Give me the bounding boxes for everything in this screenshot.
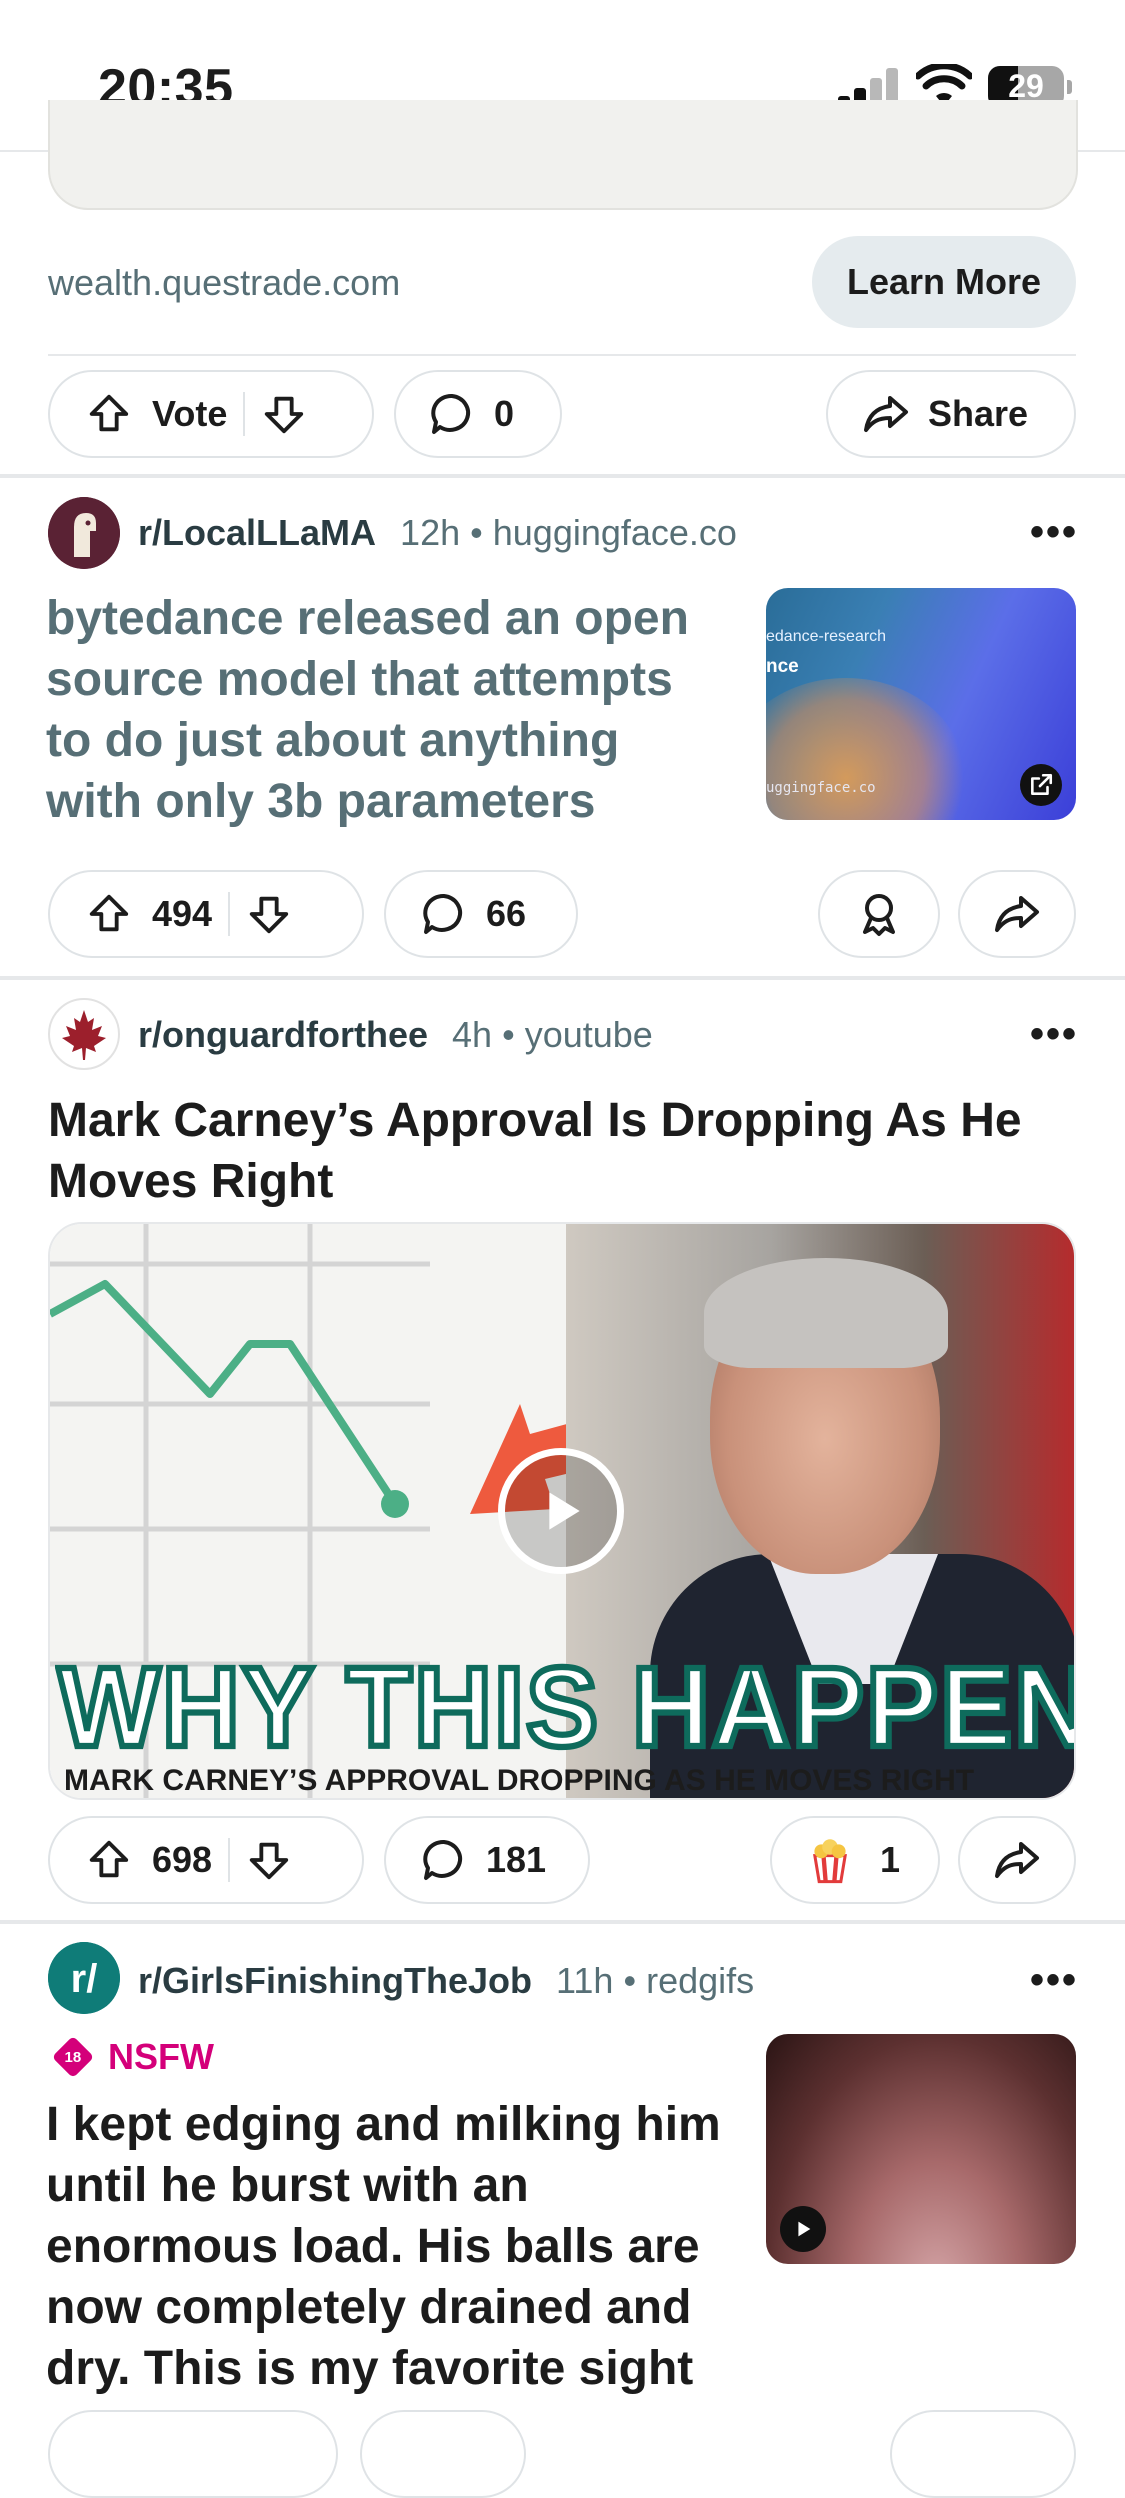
post-title[interactable]: bytedance released an open source model … [46, 588, 746, 832]
post-separator [0, 474, 1125, 478]
comment-count: 0 [494, 393, 515, 434]
post-title[interactable]: I kept edging and milking him until he b… [46, 2094, 756, 2399]
subreddit-name[interactable]: r/LocalLLaMA [138, 512, 376, 553]
vote-count: 494 [152, 893, 213, 934]
share-label: Share [928, 393, 1029, 434]
downvote-icon[interactable] [246, 891, 292, 937]
play-icon [780, 2206, 826, 2252]
downvote-icon[interactable] [246, 1837, 292, 1883]
post-subreddit-line: r/GirlsFinishingTheJob 11h • redgifs [138, 1960, 755, 2001]
award-count: 1 [880, 1839, 901, 1880]
post-separator [0, 976, 1125, 980]
popcorn-award-icon [813, 1839, 847, 1884]
post-subreddit-line: r/onguardforthee 4h • youtube [138, 1014, 653, 1055]
vote-control: 698 [48, 1816, 364, 1904]
title-line: I kept edging and milking him [46, 2098, 721, 2151]
subreddit-avatar[interactable] [48, 998, 120, 1070]
title-line: source model that attempts [46, 653, 673, 706]
vote-control[interactable] [48, 2410, 338, 2498]
svg-text:r/: r/ [71, 1957, 98, 2001]
title-line: bytedance released an open [46, 592, 689, 645]
award-button[interactable] [818, 870, 940, 958]
more-options-icon[interactable]: ••• [1030, 510, 1078, 555]
vote-control: 494 [48, 870, 364, 958]
upvote-icon[interactable] [86, 1837, 132, 1883]
vote-label: Vote [152, 393, 228, 434]
downvote-icon[interactable] [261, 391, 307, 437]
post-source[interactable]: youtube [525, 1014, 653, 1055]
subreddit-avatar[interactable] [48, 497, 120, 569]
post-age: 4h [452, 1014, 493, 1055]
more-options-icon[interactable]: ••• [1030, 1012, 1078, 1057]
award-icon [863, 894, 895, 936]
upvote-icon[interactable] [86, 391, 132, 437]
nsfw-label: NSFW [108, 2036, 214, 2077]
post-age: 11h [556, 1960, 614, 2001]
video-caption: WHY THIS HAPPENED [55, 1640, 1074, 1773]
link-thumbnail[interactable]: edance-research nce uggingface.co [766, 588, 1076, 820]
comment-icon [423, 893, 463, 934]
subreddit-name[interactable]: r/onguardforthee [138, 1014, 428, 1055]
post-source[interactable]: huggingface.co [493, 512, 737, 553]
subreddit-name[interactable]: r/GirlsFinishingTheJob [138, 1960, 532, 2001]
post-source[interactable]: redgifs [646, 1960, 754, 2001]
divider [48, 354, 1076, 356]
post-separator [0, 1920, 1125, 1924]
comments-button[interactable] [360, 2410, 526, 2498]
comment-count: 181 [486, 1839, 547, 1880]
post-age: 12h [400, 512, 461, 553]
comment-icon [423, 1839, 463, 1880]
learn-more-button[interactable]: Learn More [812, 236, 1076, 328]
upvote-icon[interactable] [86, 891, 132, 937]
ad-domain[interactable]: wealth.questrade.com [48, 262, 400, 304]
nsfw-tag: 18 NSFW [51, 2035, 214, 2079]
llama-icon [48, 497, 120, 569]
external-link-icon [1020, 764, 1062, 806]
ad-share-button[interactable]: Share [826, 370, 1076, 458]
video-subcaption: MARK CARNEY’S APPROVAL DROPPING AS HE MO… [64, 1764, 975, 1797]
post-title[interactable]: Mark Carney’s Approval Is Dropping As He… [48, 1090, 1088, 1212]
title-line: enormous load. His balls are [46, 2220, 700, 2273]
video-thumbnail[interactable] [766, 2034, 1076, 2264]
photo-hair [704, 1258, 948, 1368]
title-line: with only 3b parameters [46, 775, 596, 828]
nsfw-age: 18 [64, 2048, 82, 2066]
share-icon [995, 896, 1039, 932]
post-subreddit-line: r/LocalLLaMA 12h • huggingface.co [138, 512, 737, 553]
share-icon [864, 396, 908, 432]
share-button[interactable] [890, 2410, 1076, 2498]
title-line: Moves Right [48, 1155, 334, 1208]
title-line: Mark Carney’s Approval Is Dropping As He [48, 1094, 1022, 1147]
comment-count: 66 [486, 893, 527, 934]
thumb-text: uggingface.co [766, 780, 876, 796]
ad-vote-control: Vote [48, 370, 374, 458]
title-line: now completely drained and [46, 2281, 692, 2334]
comments-button[interactable]: 181 [384, 1816, 590, 1904]
title-line: dry. This is my favorite sight [46, 2342, 694, 2395]
ad-card-body[interactable] [48, 100, 1078, 210]
more-options-icon[interactable]: ••• [1030, 1958, 1078, 2003]
title-line: to do just about anything [46, 714, 620, 767]
thumb-text: nce [766, 656, 799, 677]
award-button[interactable]: 1 [770, 1816, 940, 1904]
reddit-r-icon: r/ [48, 1942, 120, 2014]
share-button[interactable] [958, 1816, 1076, 1904]
comment-icon [431, 393, 471, 434]
nsfw-18-icon: 18 [51, 2035, 95, 2079]
subreddit-avatar[interactable]: r/ [48, 1942, 120, 2014]
share-button[interactable] [958, 870, 1076, 958]
play-icon[interactable] [498, 1448, 624, 1574]
maple-leaf-icon [62, 1010, 106, 1060]
title-line: until he burst with an [46, 2159, 529, 2212]
share-icon [995, 1842, 1039, 1878]
vote-count: 698 [152, 1839, 213, 1880]
video-player[interactable]: WHY THIS HAPPENED MARK CARNEY’S APPROVAL… [48, 1222, 1076, 1800]
comments-button[interactable]: 66 [384, 870, 578, 958]
thumb-text: edance-research [766, 628, 887, 645]
ad-comments-button[interactable]: 0 [394, 370, 562, 458]
